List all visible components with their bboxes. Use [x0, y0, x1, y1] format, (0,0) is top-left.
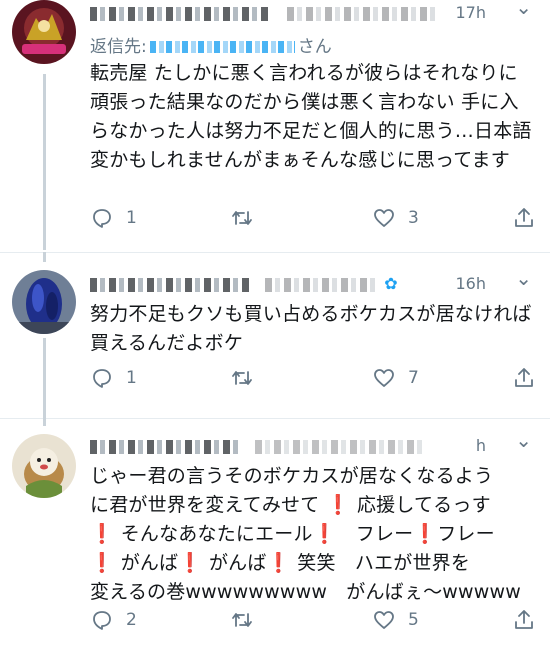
reply-count: 2 — [126, 610, 137, 630]
tweet-3[interactable]: h ⌄ じゃー君の言うそのボケカスが居なくなるよう に君が世界を変えてみせて ❗… — [0, 418, 550, 650]
like-count: 7 — [408, 368, 419, 388]
heart-icon — [374, 369, 394, 387]
redacted-handle — [287, 6, 438, 21]
tweet-1[interactable]: 17h ⌄ 返信先: さん 転売屋 たしかに悪く言われるが彼らはそれなりに頑張った… — [0, 0, 550, 250]
exclamation-icon: ❗ — [90, 552, 121, 574]
thread-line — [43, 418, 46, 426]
like-button[interactable]: 5 — [372, 608, 419, 632]
retweet-icon — [232, 613, 252, 627]
text-line: 変えるの巻wwwwwwwww がんばぇ〜wwwww — [90, 581, 521, 603]
like-count: 5 — [408, 610, 419, 630]
exclamation-icon: ❗ — [312, 523, 356, 545]
reply-count: 1 — [126, 368, 137, 388]
chevron-down-icon[interactable]: ⌄ — [515, 266, 532, 290]
tweet-text: 努力不足もクソも買い占めるボケカスが居なければ買えるんだよボケ — [90, 303, 532, 354]
tweet-timestamp[interactable]: 17h — [456, 3, 487, 22]
thread-line — [43, 338, 46, 422]
exclamation-icon: ❗ — [413, 523, 438, 545]
like-count: 3 — [408, 208, 419, 228]
share-icon — [515, 208, 533, 227]
butterfly-emoji: ✿ — [384, 274, 398, 293]
like-button[interactable]: 7 — [372, 366, 419, 390]
text-line: ❗ そんなあなたにエール❗ フレー❗フレー — [90, 523, 495, 545]
tweet-2[interactable]: ✿ 16h ⌄ 努力不足もクソも買い占めるボケカスが居なければ買えるんだよボケ … — [0, 252, 550, 422]
reply-to-suffix: さん — [297, 37, 332, 57]
share-icon — [515, 610, 533, 629]
retweet-button[interactable] — [230, 608, 254, 632]
redacted-display-name[interactable] — [90, 6, 270, 21]
reply-to-line: 返信先: さん — [90, 32, 332, 57]
exclamation-icon: ❗ — [319, 494, 357, 516]
exclamation-icon: ❗ — [266, 552, 298, 574]
share-button[interactable] — [512, 366, 536, 390]
share-icon — [515, 368, 533, 387]
tweet-header: ✿ 16h ⌄ — [90, 266, 536, 298]
reply-icon — [93, 209, 111, 228]
avatar[interactable] — [12, 434, 76, 498]
thread-line — [43, 252, 46, 262]
text-line: ❗ がんば❗ がんば❗ 笑笑 ハエが世界を — [90, 552, 471, 574]
avatar[interactable] — [12, 270, 76, 334]
reply-to-prefix: 返信先: — [90, 37, 147, 57]
exclamation-icon: ❗ — [178, 552, 209, 574]
chevron-down-icon[interactable]: ⌄ — [515, 428, 532, 452]
tweet-actions: 1 3 — [90, 206, 540, 232]
like-button[interactable]: 3 — [372, 206, 419, 230]
tweet-header: 17h ⌄ — [90, 0, 536, 27]
redacted-handle — [255, 439, 426, 454]
text-line: に君が世界を変えてみせて ❗ 応援してるっす — [90, 494, 491, 516]
retweet-button[interactable] — [230, 206, 254, 230]
exclamation-icon: ❗ — [90, 523, 121, 545]
redacted-handle — [265, 277, 376, 292]
heart-icon — [374, 209, 394, 227]
tweet-text: じゃー君の言うそのボケカスが居なくなるよう に君が世界を変えてみせて ❗ 応援し… — [90, 462, 535, 607]
thread-line — [43, 74, 46, 250]
retweet-button[interactable] — [230, 366, 254, 390]
reply-button[interactable]: 1 — [90, 366, 137, 390]
redacted-display-name[interactable] — [90, 439, 240, 454]
retweet-icon — [232, 211, 252, 225]
tweet-actions: 1 7 — [90, 366, 540, 392]
reply-button[interactable]: 1 — [90, 206, 137, 230]
reply-count: 1 — [126, 208, 137, 228]
tweet-header: h ⌄ — [90, 428, 536, 460]
chevron-down-icon[interactable]: ⌄ — [515, 0, 532, 19]
redacted-display-name[interactable] — [90, 277, 250, 292]
reply-icon — [93, 611, 111, 630]
reply-to-handle[interactable] — [149, 41, 295, 53]
tweet-actions: 2 5 — [90, 608, 540, 634]
reply-button[interactable]: 2 — [90, 608, 137, 632]
divider — [0, 418, 550, 419]
tweet-text: 転売屋 たしかに悪く言われるが彼らはそれなりに頑張った結果なのだから僕は悪く言わ… — [90, 62, 532, 171]
tweet-timestamp[interactable]: h — [476, 436, 486, 455]
share-button[interactable] — [512, 608, 536, 632]
reply-icon — [93, 369, 111, 388]
avatar[interactable] — [12, 0, 76, 64]
divider — [0, 252, 550, 253]
share-button[interactable] — [512, 206, 536, 230]
retweet-icon — [232, 371, 252, 385]
heart-icon — [374, 611, 394, 629]
text-line: じゃー君の言うそのボケカスが居なくなるよう — [90, 465, 494, 487]
tweet-timestamp[interactable]: 16h — [456, 274, 487, 293]
